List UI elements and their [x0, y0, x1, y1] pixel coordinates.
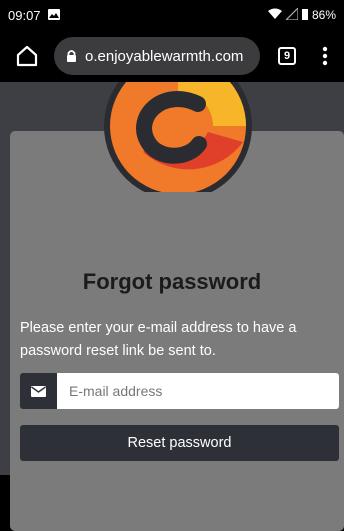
cell-signal-icon	[284, 6, 299, 23]
brand-logo	[104, 82, 252, 192]
home-icon[interactable]	[16, 44, 38, 68]
tabs-icon[interactable]: 9	[278, 47, 296, 65]
instructions-text: Please enter your e-mail address to have…	[20, 320, 297, 359]
menu-icon[interactable]	[320, 45, 330, 67]
envelope-icon	[20, 373, 57, 409]
image-icon	[47, 8, 60, 23]
email-field[interactable]	[57, 373, 339, 409]
address-url: o.enjoyablewarmth.com	[85, 47, 244, 65]
page-title: Forgot password	[82, 269, 262, 294]
battery-icon	[301, 8, 308, 23]
lock-icon	[66, 49, 77, 63]
browser-toolbar: o.enjoyablewarmth.com 9	[0, 30, 344, 82]
status-time: 09:07	[8, 7, 41, 23]
reset-password-button[interactable]: Reset password	[20, 425, 339, 461]
wifi-icon	[267, 8, 282, 23]
address-bar[interactable]: o.enjoyablewarmth.com	[54, 37, 260, 75]
battery-percent: 86%	[311, 8, 336, 22]
email-field-group	[20, 373, 339, 409]
status-bar: 09:07 86%	[0, 0, 344, 30]
